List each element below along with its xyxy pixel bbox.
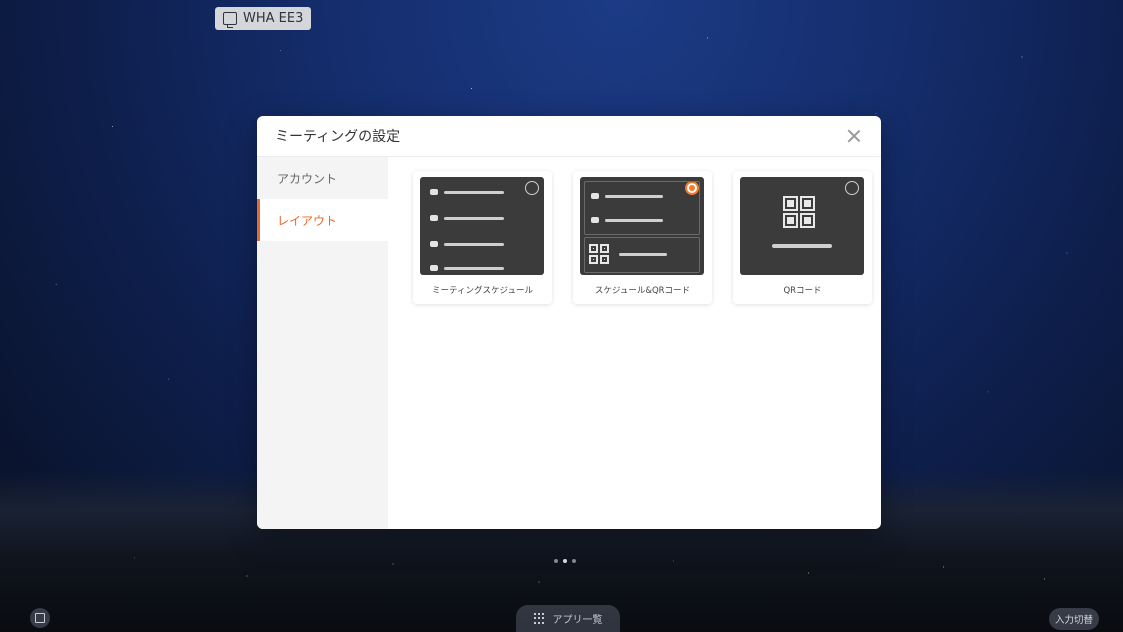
video-icon xyxy=(591,193,599,199)
meeting-schedule-thumbnail xyxy=(420,177,544,275)
qr-code-icon xyxy=(589,244,609,264)
layout-option-label: スケジュール&QRコード xyxy=(594,286,691,296)
radio-button[interactable] xyxy=(525,181,539,195)
page-dot-current[interactable] xyxy=(563,559,567,563)
schedule-qr-thumbnail xyxy=(580,177,704,275)
page-dot[interactable] xyxy=(554,559,558,563)
schedule-box xyxy=(584,181,700,235)
layout-option-qr-code[interactable]: QRコード xyxy=(733,171,872,304)
widget-button[interactable] xyxy=(30,608,50,628)
app-grid-icon xyxy=(533,612,546,625)
settings-sidebar: アカウント レイアウト xyxy=(257,157,388,529)
input-source-chip[interactable]: WHA EE3 xyxy=(215,7,312,30)
input-switch-button[interactable]: 入力切替 xyxy=(1049,608,1099,630)
widget-icon xyxy=(35,613,45,623)
page-dot[interactable] xyxy=(572,559,576,563)
sidebar-item-label: レイアウト xyxy=(277,213,338,228)
people-icon xyxy=(430,241,438,247)
dialog-title: ミーティングの設定 xyxy=(275,129,401,145)
app-list-label: アプリ一覧 xyxy=(552,615,603,626)
background-city-lights xyxy=(0,540,1123,600)
meeting-icon xyxy=(430,215,438,221)
people-icon xyxy=(430,265,438,271)
layout-option-label: ミーティングスケジュール xyxy=(432,286,533,296)
layout-option-label: QRコード xyxy=(783,286,822,296)
sidebar-item-account[interactable]: アカウント xyxy=(257,157,388,199)
dialog-header: ミーティングの設定 xyxy=(257,116,881,157)
meeting-icon xyxy=(591,217,599,223)
video-icon xyxy=(430,189,438,195)
sidebar-item-layout[interactable]: レイアウト xyxy=(257,199,388,241)
sidebar-item-label: アカウント xyxy=(277,171,338,186)
radio-button[interactable] xyxy=(845,181,859,195)
meeting-settings-dialog: ミーティングの設定 アカウント レイアウト ミーティングスケジュール スケジュー… xyxy=(257,116,881,529)
layout-content: ミーティングスケジュール スケジュール&QRコード QRコード xyxy=(388,157,881,529)
layout-option-schedule-qr[interactable]: スケジュール&QRコード xyxy=(573,171,712,304)
qr-box xyxy=(584,237,700,273)
layout-option-meeting-schedule[interactable]: ミーティングスケジュール xyxy=(413,171,552,304)
app-list-button[interactable]: アプリ一覧 xyxy=(516,605,620,632)
qr-code-thumbnail xyxy=(740,177,864,275)
qr-code-icon xyxy=(783,196,815,228)
screen-share-icon xyxy=(223,12,237,28)
input-switch-label: 入力切替 xyxy=(1054,615,1093,626)
input-source-label: WHA EE3 xyxy=(243,11,304,26)
close-icon[interactable] xyxy=(845,127,863,145)
page-indicator xyxy=(554,559,576,563)
